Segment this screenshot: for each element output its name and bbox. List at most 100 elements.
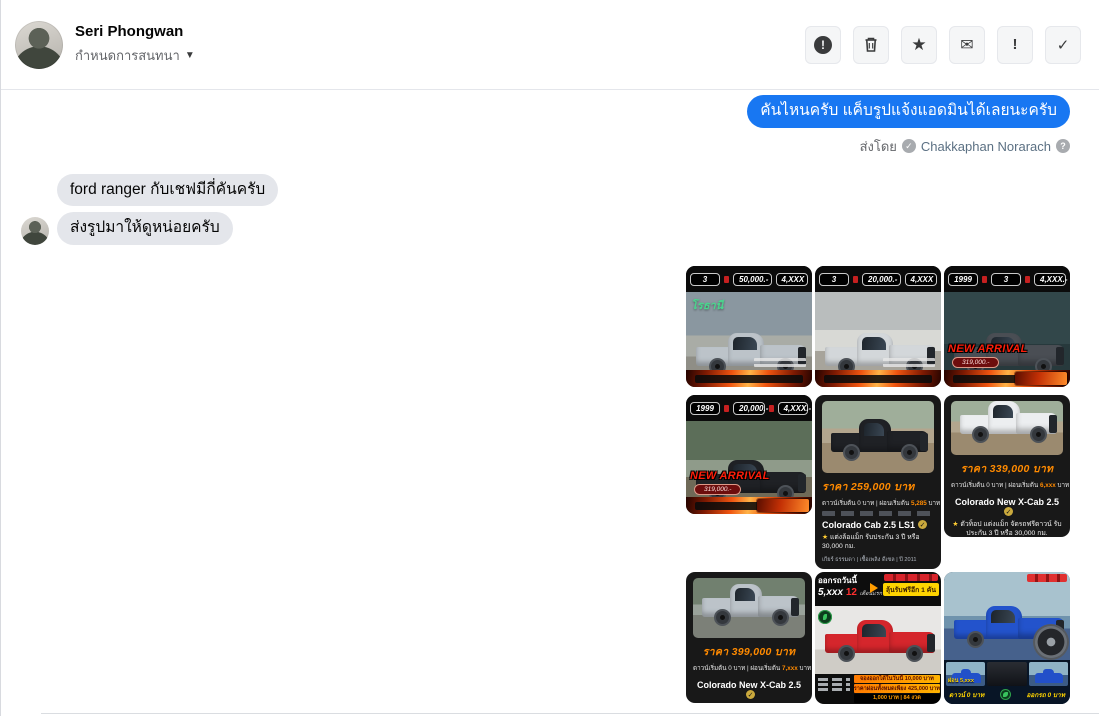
listing-model: Colorado New X-Cab 2.5✓ — [951, 497, 1063, 517]
listing-model: Colorado New X-Cab 2.5✓ — [693, 680, 805, 700]
car-photo — [822, 400, 934, 473]
report-button[interactable]: ! — [805, 25, 841, 64]
ad-pill: 4,XXX.- — [1034, 273, 1068, 287]
pickup-truck-silver — [696, 327, 806, 375]
help-icon[interactable]: ? — [1056, 139, 1070, 154]
promo-offer-line: จองออกได้ในวันนี้ 10,000 บาท — [853, 674, 940, 684]
car-photo — [815, 291, 941, 387]
chevron-down-icon: ▼ — [184, 50, 195, 61]
attachment-row: 1999 20,000.- 4,XXX.- NEW ARRIVAL 319,00… — [686, 394, 1070, 569]
mini-photo — [1028, 661, 1068, 686]
attachment-image-6[interactable]: ราคา 339,000 บาท ดาวน์เริ่มต้น 0 บาท | ผ… — [944, 394, 1070, 537]
attachment-row: 3 50,000.- 4,XXX โรธานี 3 20,000.- 4,XXX… — [686, 265, 1070, 387]
new-arrival-badge: NEW ARRIVAL — [690, 469, 770, 482]
dealer-logo-leaf — [999, 689, 1011, 701]
exclamation-circle-icon: ! — [814, 35, 832, 54]
terms-text: ดาวน์เริ่มต้น 0 บาท | ผ่อนเริ่มต้น — [822, 499, 910, 507]
terms-text: บาท | 84 งวด — [799, 664, 812, 672]
incoming-message-bubble: ส่งรูปมาให้ดูหน่อยครับ — [57, 212, 233, 245]
listing-model: Colorado Cab 2.5 LS1 ✓ — [822, 520, 934, 530]
price-pill: 319,000.- — [952, 356, 1000, 368]
listing-price: ราคา 399,000 บาท — [702, 645, 796, 658]
listing-terms: ดาวน์เริ่มต้น 0 บาท | ผ่อนเริ่มต้น 5,285… — [822, 498, 941, 508]
mark-important-button[interactable]: ! — [997, 25, 1033, 64]
flame-tag — [757, 498, 809, 512]
admin-check-icon: ✓ — [901, 139, 916, 154]
ad-dot — [1025, 276, 1030, 284]
ad-dot — [768, 405, 774, 413]
promo-red-text — [884, 573, 938, 581]
warranty-fine-print — [815, 674, 853, 704]
listing-card: ราคา 259,000 บาท ดาวน์เริ่มต้น 0 บาท | ผ… — [815, 394, 941, 569]
fine-print — [754, 357, 806, 367]
delete-button[interactable] — [853, 25, 889, 64]
promo-strip: ผ่อน 5,xxx ดาวน์ 0 บาท ออกรถ 0 บาท — [944, 659, 1070, 704]
alloy-wheel-inset — [1035, 625, 1067, 658]
mark-done-button[interactable]: ✓ — [1045, 25, 1081, 64]
car-photo: NEW ARRIVAL 319,000.- — [944, 291, 1070, 387]
attachment-image-9[interactable]: ผ่อน 5,xxx ดาวน์ 0 บาท ออกรถ 0 บาท — [944, 571, 1070, 704]
car-photo: โรธานี — [686, 291, 812, 387]
listing-price: ราคา 339,000 บาท — [960, 462, 1054, 475]
verified-icon: ✓ — [1004, 507, 1013, 517]
ad-pill: 1999 — [690, 402, 720, 416]
attachment-image-5[interactable]: ราคา 259,000 บาท ดาวน์เริ่มต้น 0 บาท | ผ… — [815, 394, 941, 569]
contact-avatar-small[interactable] — [21, 216, 49, 245]
pickup-truck-black — [830, 413, 929, 461]
attachment-row: ราคา 399,000 บาท ดาวน์เริ่มต้น 0 บาท | ผ… — [686, 571, 1070, 704]
attachment-image-8[interactable]: ออกรถวันนี้ 5,xxx 12 เดือนแรก ลุ้นรับฟรี… — [815, 571, 941, 704]
car-photo: NEW ARRIVAL 319,000.- — [686, 420, 812, 514]
attachment-image-1[interactable]: 3 50,000.- 4,XXX โรธานี — [686, 265, 812, 387]
photo-watermark: โรธานี — [691, 299, 724, 312]
message-thread: คันไหนครับ แค็บรูปแจ้งแอดมินได้เลยนะครับ… — [1, 90, 1099, 704]
conversation-actions: ! ★ ✉ ! ✓ — [805, 25, 1081, 64]
listing-feature: ★ ตัวท็อป แต่งแม็ก จัดรถฟรีดาวน์ รับประก… — [952, 520, 1062, 537]
mini-photo-interior — [987, 661, 1027, 686]
attachment-image-7[interactable]: ราคา 399,000 บาท ดาวน์เริ่มต้น 0 บาท | ผ… — [686, 571, 812, 703]
terms-text: ดาวน์เริ่มต้น 0 บาท | ผ่อนเริ่มต้น — [951, 481, 1039, 489]
pickup-truck-silver — [825, 327, 935, 375]
ad-dot — [724, 276, 729, 284]
model-name: Colorado Cab 2.5 LS1 — [822, 519, 916, 530]
ad-pill: 50,000.- — [733, 273, 772, 287]
promo-footer: จองออกได้ในวันนี้ 10,000 บาท ราคาผ่อนทั้… — [815, 673, 941, 704]
promo-header: ออกรถวันนี้ 5,xxx 12 เดือนแรก ลุ้นรับฟรี… — [815, 571, 941, 606]
ad-price-strip: 1999 3 4,XXX.- — [944, 265, 1070, 292]
ad-pill: 4,XXX — [904, 273, 937, 287]
new-arrival-badge: NEW ARRIVAL — [948, 342, 1028, 355]
model-name: Colorado New X-Cab 2.5 — [696, 679, 802, 690]
exclamation-icon: ! — [1012, 36, 1018, 53]
pickup-truck-silver — [701, 578, 800, 626]
promo-offer-line: 1,000 บาท | 84 งวด — [853, 694, 940, 703]
pickup-truck-red — [825, 614, 935, 662]
attachment-grid: 3 50,000.- 4,XXX โรธานี 3 20,000.- 4,XXX… — [21, 265, 1070, 704]
arrow-right-icon — [870, 582, 883, 593]
contact-avatar[interactable] — [15, 20, 63, 69]
ad-pill: 4,XXX.- — [777, 402, 811, 416]
pickup-truck-white — [959, 400, 1058, 443]
listing-card: ราคา 399,000 บาท ดาวน์เริ่มต้น 0 บาท | ผ… — [686, 571, 812, 703]
model-name: Colorado New X-Cab 2.5 — [954, 496, 1060, 507]
verified-icon: ✓ — [746, 690, 755, 700]
promo-months: 12 — [845, 586, 857, 598]
attachment-image-4[interactable]: 1999 20,000.- 4,XXX.- NEW ARRIVAL 319,00… — [686, 394, 812, 514]
sender-name: Chakkaphan Norarach — [920, 138, 1051, 154]
down-payment-label: ดาวน์ 0 บาท — [949, 691, 985, 699]
drive-out-label: ออกรถ 0 บาท — [1026, 691, 1065, 699]
car-photo — [944, 571, 1070, 660]
attachment-image-3[interactable]: 1999 3 4,XXX.- NEW ARRIVAL 319,000.- — [944, 265, 1070, 387]
ad-pill: 3 — [690, 273, 720, 287]
label-dropdown[interactable]: กำหนดการสนทนา ▼ — [75, 45, 195, 66]
ad-pill: 1999 — [948, 273, 978, 287]
outgoing-message-bubble: คันไหนครับ แค็บรูปแจ้งแอดมินได้เลยนะครับ — [747, 95, 1070, 128]
attachment-image-2[interactable]: 3 20,000.- 4,XXX — [815, 265, 941, 387]
terms-installment: 7,xxx — [781, 664, 798, 672]
verified-icon: ✓ — [918, 520, 928, 530]
car-photo — [693, 577, 805, 638]
envelope-icon: ✉ — [960, 36, 974, 54]
mark-unread-button[interactable]: ✉ — [949, 25, 985, 64]
ad-dot — [853, 276, 858, 284]
star-button[interactable]: ★ — [901, 25, 937, 64]
price-pill: 319,000.- — [694, 483, 742, 495]
promo-red-text — [1027, 573, 1067, 582]
